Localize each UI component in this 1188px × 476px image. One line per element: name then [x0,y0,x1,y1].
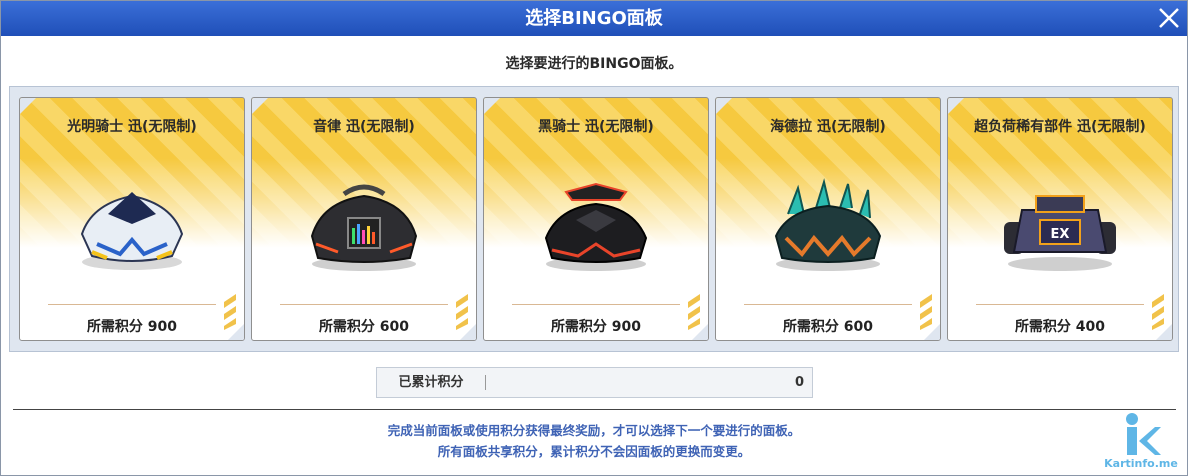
bingo-card-2[interactable]: 音律 迅(无限制) 所需积分 600 [251,97,477,341]
card-cost: 所需积分 600 [782,319,874,335]
car-white-blue-icon [80,192,184,270]
svg-text:EX: EX [1051,227,1070,242]
note-line-2: 所有面板共享积分，累计积分不会因面板的更换而变更。 [437,444,751,459]
stripes-icon [224,294,236,330]
close-icon [1159,8,1179,28]
stripes-icon [688,294,700,330]
card-divider [512,304,680,305]
note-line-1: 完成当前面板或使用积分获得最终奖励，才可以选择下一个要进行的面板。 [387,423,801,438]
card-name: 海德拉 迅(无限制) [770,119,886,135]
card-cost: 所需积分 600 [318,319,410,335]
card-cost: 所需积分 900 [86,319,178,335]
kartinfo-watermark: Kartinfo.me [1101,411,1181,473]
divider-line [13,409,1176,410]
card-divider [280,304,448,305]
bingo-card-1[interactable]: 光明骑士 迅(无限制) 所需积分 900 [19,97,245,341]
watermark-text: Kartinfo.me [1104,457,1178,470]
dialog-subtitle: 选择要进行的BINGO面板。 [505,56,683,72]
card-cost: 所需积分 900 [550,319,642,335]
card-divider [744,304,912,305]
dialog-title-bar: 选择BINGO面板 [1,1,1187,36]
bingo-card-4[interactable]: 海德拉 迅(无限制) 所需积分 600 [715,97,941,341]
card-name: 黑骑士 迅(无限制) [538,119,654,135]
stripes-icon [456,294,468,330]
card-name: 音律 迅(无限制) [313,119,415,135]
card-divider [48,304,216,305]
accumulated-points-box: 已累计积分 0 [376,367,813,398]
car-black-speaker-icon [310,184,418,271]
bingo-card-3[interactable]: 黑骑士 迅(无限制) 所需积分 900 [483,97,709,341]
dialog-title: 选择BINGO面板 [525,8,663,29]
card-name: 光明骑士 迅(无限制) [67,119,197,135]
points-label: 已累计积分 [398,375,464,390]
points-value: 0 [794,375,804,390]
bingo-select-dialog: 选择BINGO面板 选择要进行的BINGO面板。 光明骑士 迅(无限制) 所需积… [0,0,1188,476]
bingo-card-5[interactable]: 超负荷稀有部件 迅(无限制) EX 所需积分 400 [947,97,1173,341]
stripes-icon [1152,294,1164,330]
card-name: 超负荷稀有部件 迅(无限制) [974,119,1146,135]
card-cost: 所需积分 400 [1014,319,1106,335]
points-separator [485,375,486,390]
stripes-icon [920,294,932,330]
car-teal-hydra-icon [774,178,882,271]
car-ex-buggy-icon: EX [1004,195,1116,271]
kartinfo-logo-icon [1126,413,1161,455]
card-divider [976,304,1144,305]
car-black-red-icon [544,182,648,271]
close-button[interactable] [1155,4,1183,32]
